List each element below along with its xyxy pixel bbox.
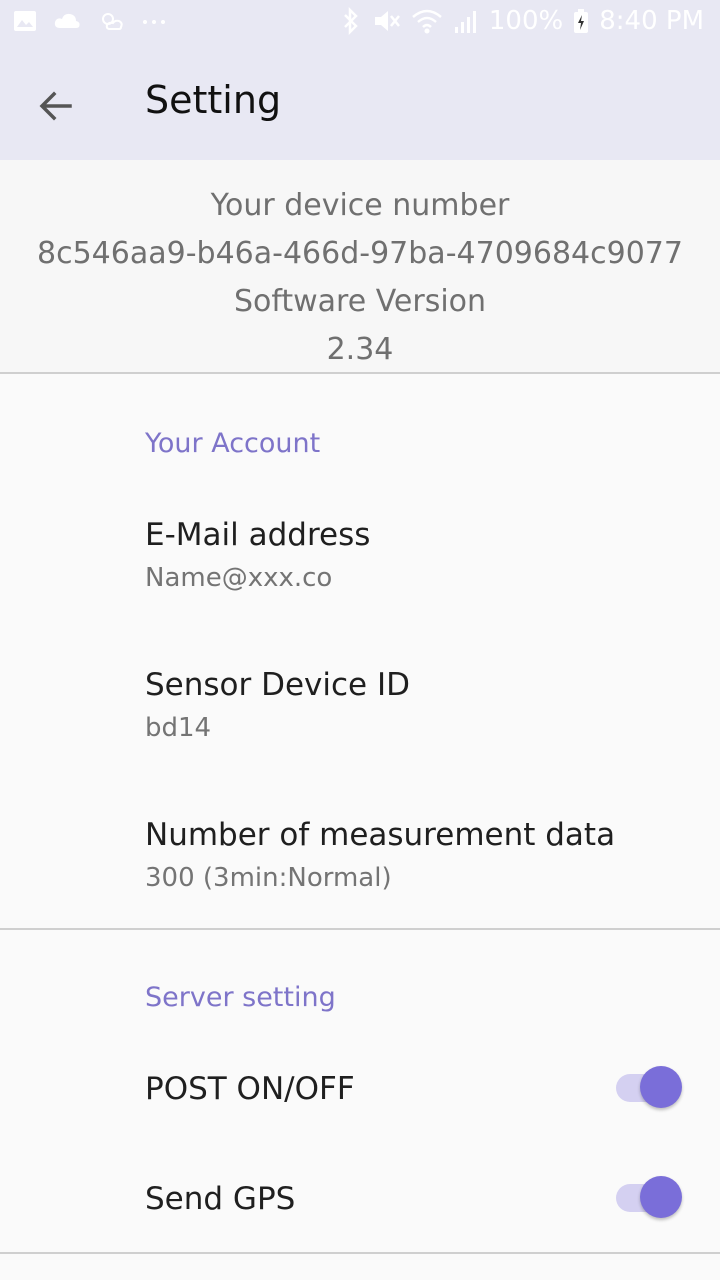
divider <box>0 1252 720 1254</box>
device-info-panel: Your device number 8c546aa9-b46a-466d-97… <box>0 160 720 372</box>
sensor-device-id-title: Sensor Device ID <box>145 667 410 703</box>
post-toggle-switch[interactable] <box>614 1066 684 1110</box>
image-icon <box>14 11 36 31</box>
device-number-value: 8c546aa9-b46a-466d-97ba-4709684c9077 <box>37 236 683 271</box>
switch-thumb <box>640 1176 682 1218</box>
back-button[interactable] <box>28 78 84 134</box>
weather-icon <box>102 13 123 30</box>
wifi-icon <box>412 9 442 34</box>
app-bar: Setting <box>0 50 720 160</box>
measurement-data-title: Number of measurement data <box>145 817 616 853</box>
measurement-data-value: 300 (3min:Normal) <box>145 863 392 893</box>
software-version-value: 2.34 <box>326 332 394 367</box>
software-version-label: Software Version <box>233 284 487 319</box>
cloud-icon <box>54 13 80 28</box>
bluetooth-icon <box>344 7 358 35</box>
battery-percent: 100% <box>488 6 564 36</box>
arrow-back-icon <box>39 91 72 121</box>
status-time: 8:40 PM <box>599 6 704 36</box>
more-dots-icon <box>143 20 165 24</box>
section-header-server: Server setting <box>145 982 336 1013</box>
divider <box>0 928 720 930</box>
signal-icon <box>454 11 476 33</box>
email-title: E-Mail address <box>145 517 371 553</box>
page-title: Setting <box>145 78 282 122</box>
email-value: Name@xxx.co <box>145 563 333 593</box>
status-bar: 100% 8:40 PM <box>0 0 720 50</box>
post-toggle-label: POST ON/OFF <box>145 1071 355 1107</box>
status-left-icons <box>12 8 168 34</box>
section-header-account: Your Account <box>145 428 321 459</box>
send-gps-toggle-switch[interactable] <box>614 1176 684 1220</box>
divider <box>0 372 720 374</box>
mute-icon <box>374 11 400 31</box>
battery-charging-icon <box>574 9 589 33</box>
send-gps-toggle-label: Send GPS <box>145 1181 296 1217</box>
switch-thumb <box>640 1066 682 1108</box>
device-number-label: Your device number <box>210 188 510 223</box>
status-right: 100% 8:40 PM <box>341 6 704 36</box>
sensor-device-id-value: bd14 <box>145 713 212 743</box>
